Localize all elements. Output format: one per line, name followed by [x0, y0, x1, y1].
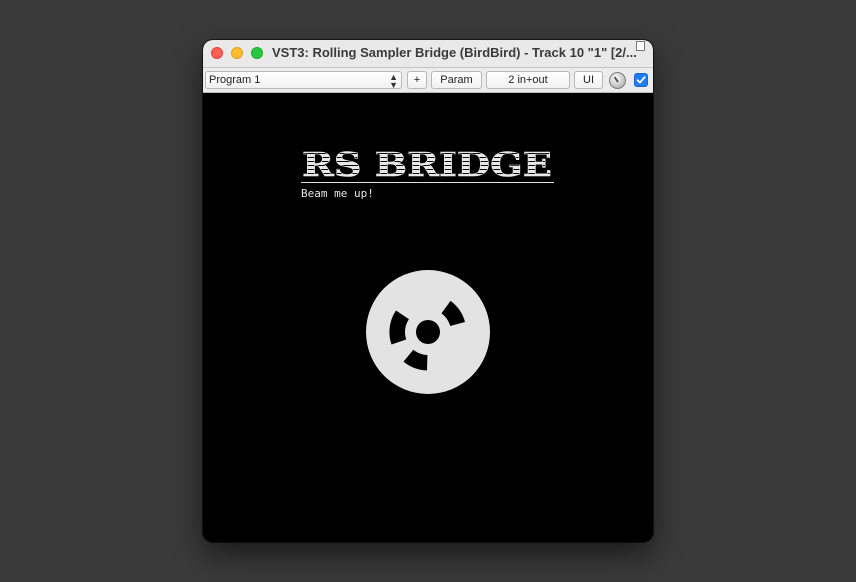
plugin-toolbar: Program 1 ▲ ▼ + Param 2 in+out UI — [203, 68, 653, 93]
knob-indicator-icon — [613, 76, 619, 83]
wet-dry-knob[interactable] — [609, 72, 626, 89]
program-select-value: Program 1 — [209, 74, 261, 86]
disc-reel-icon — [366, 270, 490, 394]
param-button[interactable]: Param — [431, 71, 482, 89]
logo-divider — [301, 182, 554, 183]
bypass-checkbox[interactable] — [634, 73, 648, 87]
window-title: VST3: Rolling Sampler Bridge (BirdBird) … — [272, 45, 637, 60]
plugin-window: VST3: Rolling Sampler Bridge (BirdBird) … — [203, 40, 653, 542]
program-select[interactable]: Program 1 ▲ ▼ — [205, 71, 402, 89]
plugin-ui: RS BRIDGE Beam me up! — [203, 93, 653, 542]
ui-toggle-button[interactable]: UI — [574, 71, 603, 89]
add-preset-button[interactable]: + — [407, 71, 427, 89]
io-routing-button[interactable]: 2 in+out — [486, 71, 570, 89]
desktop: VST3: Rolling Sampler Bridge (BirdBird) … — [0, 0, 856, 582]
close-window-button[interactable] — [211, 47, 223, 59]
document-icon — [636, 41, 645, 51]
rs-bridge-logo: RS BRIDGE — [302, 146, 553, 183]
chevron-updown-icon: ▲ ▼ — [389, 72, 398, 89]
logo-text: RS BRIDGE — [302, 146, 552, 183]
minimize-window-button[interactable] — [231, 47, 243, 59]
checkmark-icon — [636, 76, 646, 84]
tagline: Beam me up! — [301, 187, 374, 200]
title-bar[interactable]: VST3: Rolling Sampler Bridge (BirdBird) … — [203, 40, 653, 68]
zoom-window-button[interactable] — [251, 47, 263, 59]
